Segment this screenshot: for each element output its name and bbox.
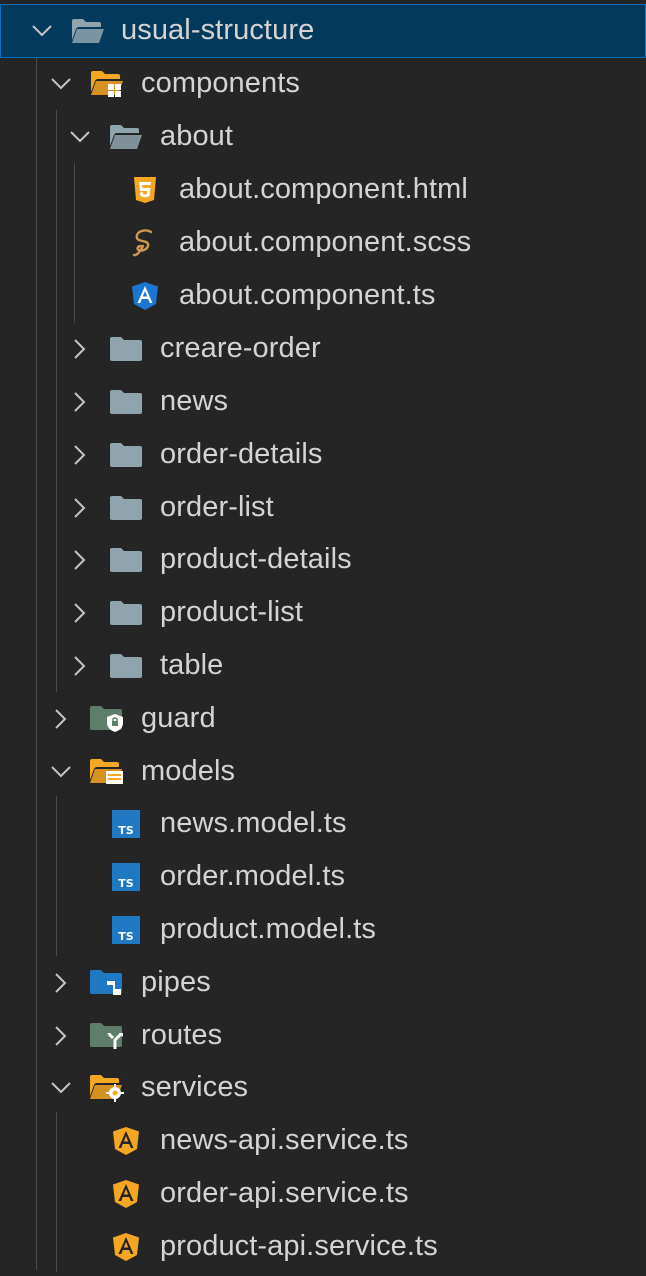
tree-item-root[interactable]: usual-structure — [0, 4, 646, 58]
folder-pipes-icon — [89, 956, 125, 1009]
chevron-right-icon[interactable] — [47, 692, 75, 745]
typescript-icon: TS — [108, 903, 144, 956]
folder-icon — [108, 375, 144, 428]
angular-service-icon — [108, 1114, 144, 1167]
tree-item-label: components — [141, 67, 300, 99]
tree-item-label: guard — [141, 702, 216, 734]
tree-item-label: pipes — [141, 966, 211, 998]
chevron-right-icon[interactable] — [66, 322, 94, 375]
tree-item-news-api[interactable]: news-api.service.ts — [0, 1114, 646, 1167]
tree-item-order-api[interactable]: order-api.service.ts — [0, 1167, 646, 1220]
chevron-down-icon[interactable] — [47, 57, 75, 110]
tree-item-about[interactable]: about — [0, 110, 646, 163]
tree-item-label: news — [160, 385, 229, 417]
folder-icon — [108, 586, 144, 639]
tree-item-label: order-list — [160, 491, 274, 523]
chevron-right-icon[interactable] — [66, 481, 94, 534]
tree-item-label: order-details — [160, 438, 323, 470]
tree-item-table[interactable]: table — [0, 639, 646, 692]
tree-item-label: order-api.service.ts — [160, 1177, 409, 1209]
folder-components-open-icon — [89, 57, 125, 110]
chevron-down-icon[interactable] — [47, 745, 75, 798]
tree-item-product-list[interactable]: product-list — [0, 586, 646, 639]
chevron-right-icon[interactable] — [66, 375, 94, 428]
tree-item-label: routes — [141, 1019, 223, 1051]
chevron-down-icon[interactable] — [66, 110, 94, 163]
tree-item-services[interactable]: services — [0, 1061, 646, 1114]
chevron-right-icon[interactable] — [47, 956, 75, 1009]
angular-service-icon — [108, 1167, 144, 1220]
tree-item-about-html[interactable]: about.component.html — [0, 163, 646, 216]
svg-text:TS: TS — [118, 930, 134, 943]
angular-service-icon — [108, 1220, 144, 1273]
folder-models-open-icon — [89, 745, 125, 798]
html5-icon — [127, 163, 163, 216]
tree-item-news-model[interactable]: TS news.model.ts — [0, 797, 646, 850]
tree-item-product-model[interactable]: TS product.model.ts — [0, 903, 646, 956]
tree-item-about-ts[interactable]: about.component.ts — [0, 269, 646, 322]
tree-item-news[interactable]: news — [0, 375, 646, 428]
typescript-icon: TS — [108, 797, 144, 850]
folder-guard-icon — [89, 692, 125, 745]
folder-open-icon — [108, 110, 144, 163]
chevron-right-icon[interactable] — [66, 428, 94, 481]
chevron-right-icon[interactable] — [66, 639, 94, 692]
tree-item-label: news.model.ts — [160, 807, 347, 839]
tree-item-label: product.model.ts — [160, 913, 376, 945]
tree-item-guard[interactable]: guard — [0, 692, 646, 745]
chevron-right-icon[interactable] — [66, 586, 94, 639]
tree-item-pipes[interactable]: pipes — [0, 956, 646, 1009]
file-explorer-tree: usual-structure components about about.c… — [0, 0, 646, 1276]
tree-item-label: usual-structure — [121, 14, 315, 46]
tree-item-label: about.component.html — [179, 173, 468, 205]
chevron-right-icon[interactable] — [66, 533, 94, 586]
tree-item-label: about.component.scss — [179, 226, 472, 258]
tree-item-routes[interactable]: routes — [0, 1009, 646, 1062]
tree-item-order-list[interactable]: order-list — [0, 481, 646, 534]
tree-item-creare-order[interactable]: creare-order — [0, 322, 646, 375]
chevron-right-icon[interactable] — [47, 1009, 75, 1062]
svg-text:TS: TS — [118, 877, 134, 890]
folder-open-icon — [70, 4, 106, 57]
tree-item-label: about — [160, 120, 234, 152]
svg-text:TS: TS — [118, 824, 134, 837]
angular-component-icon — [127, 269, 163, 322]
folder-services-open-icon — [89, 1061, 125, 1114]
tree-item-about-scss[interactable]: about.component.scss — [0, 216, 646, 269]
folder-icon — [108, 533, 144, 586]
folder-icon — [108, 639, 144, 692]
sass-icon — [127, 216, 163, 269]
tree-item-models[interactable]: models — [0, 745, 646, 798]
tree-item-label: table — [160, 649, 224, 681]
folder-icon — [108, 428, 144, 481]
folder-icon — [108, 481, 144, 534]
tree-item-order-model[interactable]: TS order.model.ts — [0, 850, 646, 903]
tree-item-label: creare-order — [160, 332, 321, 364]
tree-item-label: order.model.ts — [160, 860, 346, 892]
tree-item-order-details[interactable]: order-details — [0, 428, 646, 481]
folder-routes-icon — [89, 1009, 125, 1062]
tree-item-label: product-list — [160, 596, 304, 628]
chevron-down-icon[interactable] — [47, 1061, 75, 1114]
tree-item-label: product-details — [160, 543, 352, 575]
chevron-down-icon[interactable] — [28, 4, 56, 57]
tree-item-label: services — [141, 1071, 249, 1103]
typescript-icon: TS — [108, 850, 144, 903]
tree-item-product-details[interactable]: product-details — [0, 533, 646, 586]
tree-item-components[interactable]: components — [0, 57, 646, 110]
tree-item-label: news-api.service.ts — [160, 1124, 409, 1156]
tree-item-label: product-api.service.ts — [160, 1230, 438, 1262]
tree-item-product-api[interactable]: product-api.service.ts — [0, 1220, 646, 1273]
tree-item-label: models — [141, 755, 236, 787]
tree-item-label: about.component.ts — [179, 279, 436, 311]
folder-icon — [108, 322, 144, 375]
